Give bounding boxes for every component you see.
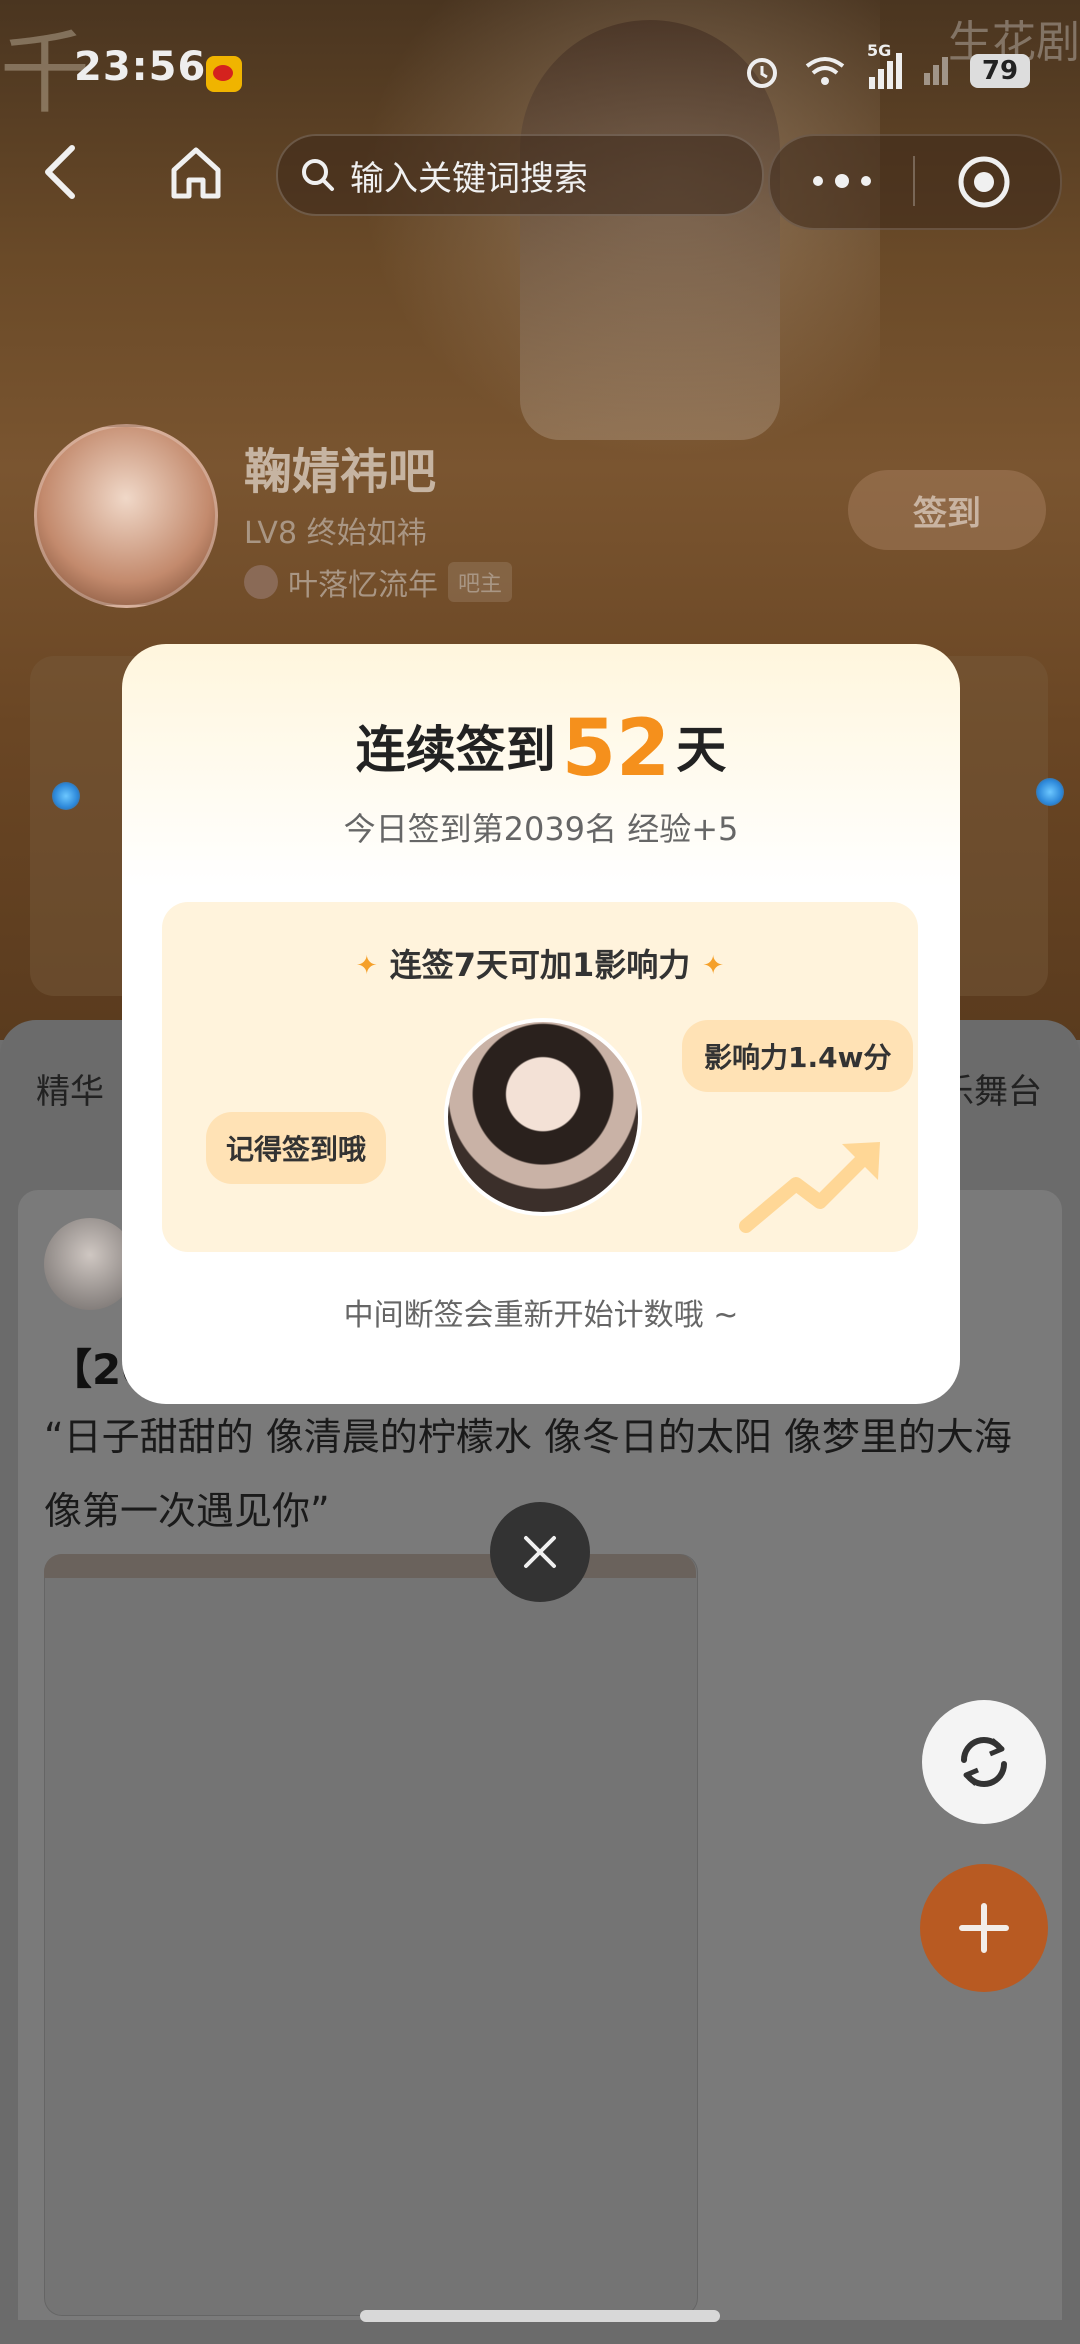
status-time: 23:56 bbox=[74, 44, 207, 90]
refresh-button[interactable] bbox=[922, 1700, 1046, 1824]
forum-level: LV8 终始如祎 bbox=[244, 516, 427, 551]
forum-owner[interactable]: 叶落忆流年 吧主 bbox=[244, 560, 513, 604]
home-indicator[interactable] bbox=[360, 2310, 720, 2322]
sign-in-success-modal: 连续签到52 天 今日签到第2039名 经验+5 ✦ 连签7天可加1影响力 ✦ 记得签… bbox=[122, 644, 960, 1404]
header-banner-figure bbox=[520, 20, 780, 440]
cellular-signal-2-icon bbox=[924, 57, 948, 85]
trend-up-icon bbox=[739, 1142, 880, 1233]
owner-avatar bbox=[244, 565, 278, 599]
battery-icon: 79 bbox=[970, 54, 1030, 88]
weibo-notification-icon bbox=[206, 56, 242, 92]
status-icons: 5G 79 bbox=[743, 41, 1030, 90]
sparkle-icon: ✦ bbox=[702, 951, 725, 981]
miniapp-capsule bbox=[768, 134, 1062, 230]
sparkle-decoration bbox=[52, 782, 80, 810]
forum-avatar[interactable] bbox=[34, 424, 218, 608]
owner-tag: 吧主 bbox=[448, 562, 513, 602]
reward-title: 连签7天可加1影响力 bbox=[389, 946, 691, 984]
sign-in-rank: 今日签到第2039名 经验+5 bbox=[343, 810, 739, 848]
forum-name: 鞠婧祎吧 bbox=[244, 444, 437, 500]
streak-days: 52 bbox=[561, 704, 671, 794]
plus-icon bbox=[959, 1903, 1009, 1953]
post-image[interactable] bbox=[44, 1554, 698, 2316]
capsule-divider bbox=[913, 156, 915, 206]
create-post-button[interactable] bbox=[920, 1864, 1048, 1992]
network-type: 5G bbox=[867, 41, 892, 60]
streak-reset-note: 中间断签会重新开始计数哦 ~ bbox=[343, 1298, 739, 1333]
wifi-icon bbox=[805, 57, 845, 85]
streak-title-prefix: 连续签到 bbox=[355, 721, 556, 779]
back-icon[interactable] bbox=[38, 142, 82, 202]
cellular-signal-icon: 5G bbox=[867, 41, 902, 89]
refresh-icon bbox=[961, 1737, 1007, 1787]
alarm-icon bbox=[747, 58, 777, 88]
reward-panel: ✦ 连签7天可加1影响力 ✦ 记得签到哦 影响力1.4w分 bbox=[162, 902, 918, 1252]
sparkle-decoration bbox=[1036, 778, 1064, 806]
sparkle-icon: ✦ bbox=[355, 951, 378, 981]
streak-title-suffix: 天 bbox=[676, 721, 727, 779]
more-options-icon[interactable] bbox=[810, 164, 874, 198]
close-miniapp-icon[interactable] bbox=[956, 154, 1012, 210]
search-icon bbox=[302, 159, 334, 191]
tab-essence[interactable]: 精华 bbox=[36, 1064, 104, 1113]
sign-in-button[interactable]: 签到 bbox=[848, 470, 1046, 550]
close-icon bbox=[524, 1536, 556, 1568]
streak-title: 连续签到52 天 bbox=[122, 704, 960, 794]
search-input[interactable]: 输入关键词搜索 bbox=[276, 134, 764, 216]
reward-title-row: ✦ 连签7天可加1影响力 ✦ bbox=[162, 940, 918, 986]
post-image-top-strip bbox=[44, 1554, 696, 1578]
home-icon[interactable] bbox=[166, 142, 226, 202]
influence-bubble: 影响力1.4w分 bbox=[682, 1020, 914, 1092]
reminder-bubble: 记得签到哦 bbox=[206, 1112, 387, 1184]
owner-name: 叶落忆流年 bbox=[288, 568, 438, 603]
search-placeholder: 输入关键词搜索 bbox=[350, 158, 588, 199]
close-modal-button[interactable] bbox=[490, 1502, 590, 1602]
user-avatar bbox=[444, 1018, 642, 1216]
